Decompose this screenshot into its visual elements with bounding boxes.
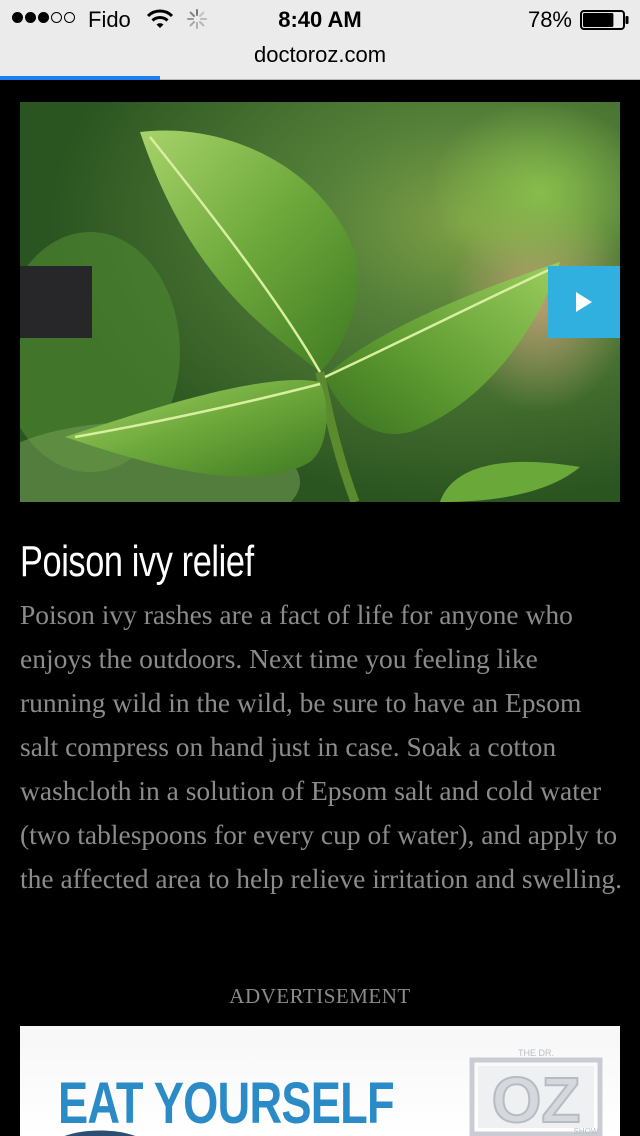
page-load-progress <box>0 76 640 80</box>
slideshow <box>20 102 620 502</box>
battery-percentage: 78% <box>527 7 572 32</box>
status-bar: Fido 8:40 AM 78% <box>0 0 640 40</box>
advertisement-banner[interactable]: EAT YOURSELF THE DR. OZ SHOW <box>20 1026 620 1136</box>
page-load-progress-fill <box>0 76 160 80</box>
dr-oz-show-logo: THE DR. OZ SHOW <box>469 1048 603 1136</box>
ad-decorative-swoosh <box>64 1130 136 1136</box>
article-body: Poison ivy rashes are a fact of life for… <box>20 599 622 894</box>
slideshow-next-button[interactable] <box>548 266 620 338</box>
article-title: Poison ivy relief <box>20 537 254 586</box>
battery-icon <box>580 10 629 30</box>
browser-chrome: Fido 8:40 AM 78% doctoroz.com <box>0 0 640 80</box>
slideshow-prev-button[interactable] <box>20 266 92 338</box>
leaf-photo <box>20 102 620 502</box>
logo-oz-text: OZ <box>492 1064 581 1136</box>
logo-bottom-text: SHOW <box>574 1127 599 1136</box>
advertisement-label: ADVERTISEMENT <box>229 984 411 1008</box>
ad-headline: EAT YOURSELF <box>58 1071 395 1136</box>
play-arrow-icon <box>576 292 592 312</box>
address-bar[interactable]: doctoroz.com <box>0 42 640 68</box>
logo-top-text: THE DR. <box>518 1048 554 1058</box>
